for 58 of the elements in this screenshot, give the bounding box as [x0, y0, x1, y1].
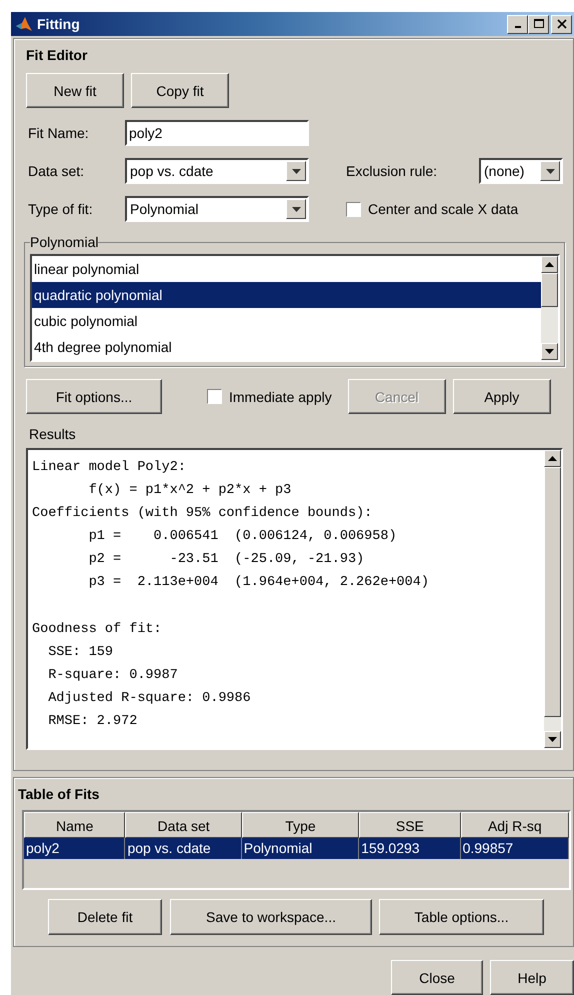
column-header[interactable]: Data set	[125, 812, 242, 838]
section-title: Table of Fits	[18, 786, 100, 802]
scroll-down-icon	[545, 349, 554, 354]
fit-name-field[interactable]: poly2	[125, 120, 309, 146]
action-button[interactable]: Apply	[452, 379, 551, 414]
checkbox[interactable]	[346, 202, 361, 216]
maximize-button[interactable]	[528, 14, 549, 34]
table-cell: Polynomial	[242, 838, 360, 859]
window-title: Fitting	[37, 16, 80, 32]
results-text: Linear model Poly2: f(x) = p1*x^2 + p2*x + p3 Coefficients (with 95% confidence bounds): p1 = 0.006541 (0.006124, 0.006958) p2 = -23.51 (-25.09, -21.93) p3 = 2.113e+004 (1.964e+004, 2.262e+004) Goodness of fit: SSE: 159 R-square: 0.9987 Adjusted R-square: 0.9986 RMSE: 2.972	[31, 459, 430, 732]
close-icon	[556, 19, 566, 29]
column-header[interactable]: Type	[242, 812, 360, 838]
field-label: Fit Name:	[28, 125, 90, 141]
scroll-up-icon	[545, 262, 554, 267]
group-title: Polynomial	[30, 234, 98, 250]
table-button[interactable]: Save to workspace...	[170, 899, 372, 935]
column-header[interactable]: SSE	[359, 812, 461, 838]
fit-type-dropdown[interactable]: Polynomial	[125, 196, 309, 222]
column-header[interactable]: Adj R-sq	[460, 812, 569, 838]
fit-button[interactable]: Copy fit	[131, 73, 229, 108]
checkbox[interactable]	[207, 389, 222, 404]
list-item[interactable]: 4th degree polynomial	[32, 334, 541, 360]
checkbox-label: Immediate apply	[229, 388, 332, 404]
table-cell: 0.99857	[460, 838, 569, 859]
table-button[interactable]: Table options...	[379, 899, 544, 935]
scroll-down-icon	[548, 737, 557, 742]
peak-logo-icon	[15, 16, 33, 32]
close-button[interactable]	[551, 14, 572, 34]
dropdown-arrow-icon	[546, 168, 554, 174]
table-cell: pop vs. cdate	[125, 838, 242, 859]
field-label: Exclusion rule:	[346, 163, 438, 179]
data-set-dropdown[interactable]: pop vs. cdate	[125, 158, 309, 184]
column-header[interactable]: Name	[24, 812, 126, 838]
scrollbar[interactable]	[544, 450, 561, 748]
section-title: Fit Editor	[26, 47, 88, 63]
dropdown-arrow-icon	[292, 168, 300, 174]
list-item[interactable]: linear polynomial	[32, 256, 541, 282]
minimize-icon	[514, 26, 520, 28]
fit-options-button[interactable]: Fit options...	[26, 379, 162, 414]
fit-button[interactable]: New fit	[26, 73, 124, 108]
minimize-button[interactable]	[507, 14, 528, 34]
footer-button[interactable]: Help	[490, 960, 574, 995]
checkbox-label: Center and scale X data	[368, 201, 518, 217]
exclusion-rule-dropdown[interactable]: (none)	[479, 158, 563, 184]
table-cell: 159.0293	[359, 838, 461, 859]
scroll-up-icon	[548, 456, 557, 461]
list-item[interactable]: cubic polynomial	[32, 308, 541, 334]
list-item[interactable]: quadratic polynomial	[32, 282, 541, 308]
table-button[interactable]: Delete fit	[48, 899, 162, 935]
footer-button[interactable]: Close	[391, 960, 483, 995]
field-label: Data set:	[28, 163, 86, 179]
maximize-icon	[534, 19, 544, 29]
results-label: Results	[29, 426, 77, 442]
table-row[interactable]: poly2 pop vs. cdate Polynomial 159.0293 0.99857	[24, 838, 569, 859]
dropdown-arrow-icon	[292, 206, 300, 212]
table-cell: poly2	[24, 838, 126, 859]
field-label: Type of fit:	[28, 201, 94, 217]
scrollbar[interactable]	[541, 256, 558, 360]
